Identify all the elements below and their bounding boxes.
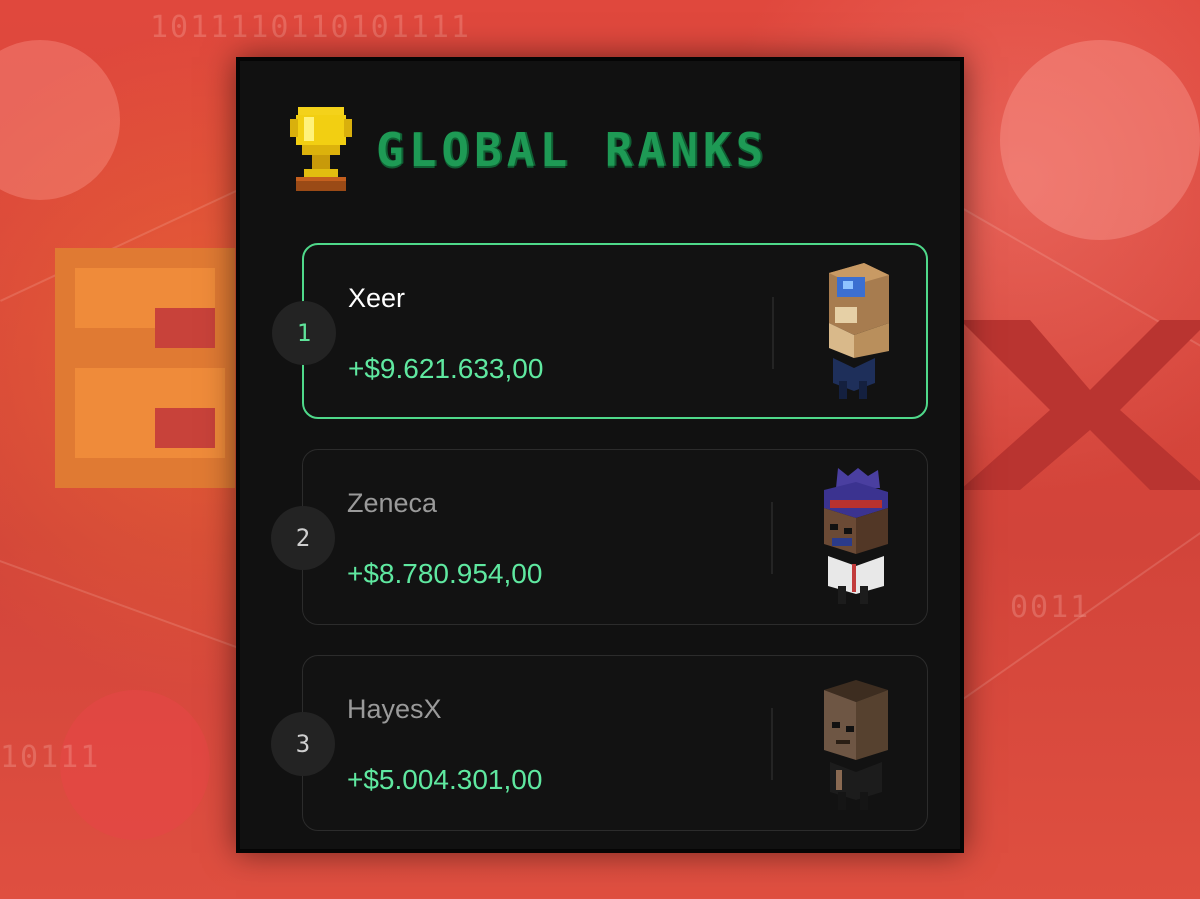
- player-earnings: +$9.621.633,00: [348, 353, 544, 384]
- card-divider: [771, 502, 773, 574]
- bg-glitch-letter-right: [960, 320, 1200, 490]
- bg-line: [960, 470, 1200, 702]
- bg-binary-left: 10111: [0, 740, 101, 775]
- player-earnings: +$5.004.301,00: [347, 764, 543, 795]
- bg-circle-left: [0, 40, 120, 200]
- panel-header: GLOBAL RANKS: [290, 105, 768, 195]
- player-name: Zeneca: [347, 488, 438, 518]
- rank-badge: 2: [271, 506, 335, 570]
- player-earnings: +$8.780.954,00: [347, 558, 543, 589]
- bg-circle-right: [1000, 40, 1200, 240]
- global-ranks-panel: GLOBAL RANKS 1 Xeer +$9.621.633,00 2 Zen…: [236, 57, 964, 853]
- player-name: Xeer: [348, 283, 406, 313]
- rank-badge: 3: [271, 712, 335, 776]
- avatar: [829, 263, 889, 399]
- rank-card[interactable]: 1 Xeer +$9.621.633,00: [272, 243, 928, 419]
- avatar: [824, 468, 888, 604]
- rank-badge: 1: [272, 301, 336, 365]
- trophy-icon: [290, 107, 352, 191]
- rank-card[interactable]: 2 Zeneca +$8.780.954,00: [271, 449, 928, 625]
- card-divider: [772, 297, 774, 369]
- card-divider: [771, 708, 773, 780]
- bg-binary-top: 1011110110101111: [150, 10, 471, 45]
- rank-card[interactable]: 3 HayesX +$5.004.301,00: [271, 655, 928, 831]
- page-title: GLOBAL RANKS: [376, 123, 769, 177]
- bg-binary-right: 0011: [1010, 590, 1091, 625]
- player-name: HayesX: [347, 694, 442, 724]
- avatar: [824, 680, 888, 810]
- bg-glitch-letter-left: [55, 248, 235, 488]
